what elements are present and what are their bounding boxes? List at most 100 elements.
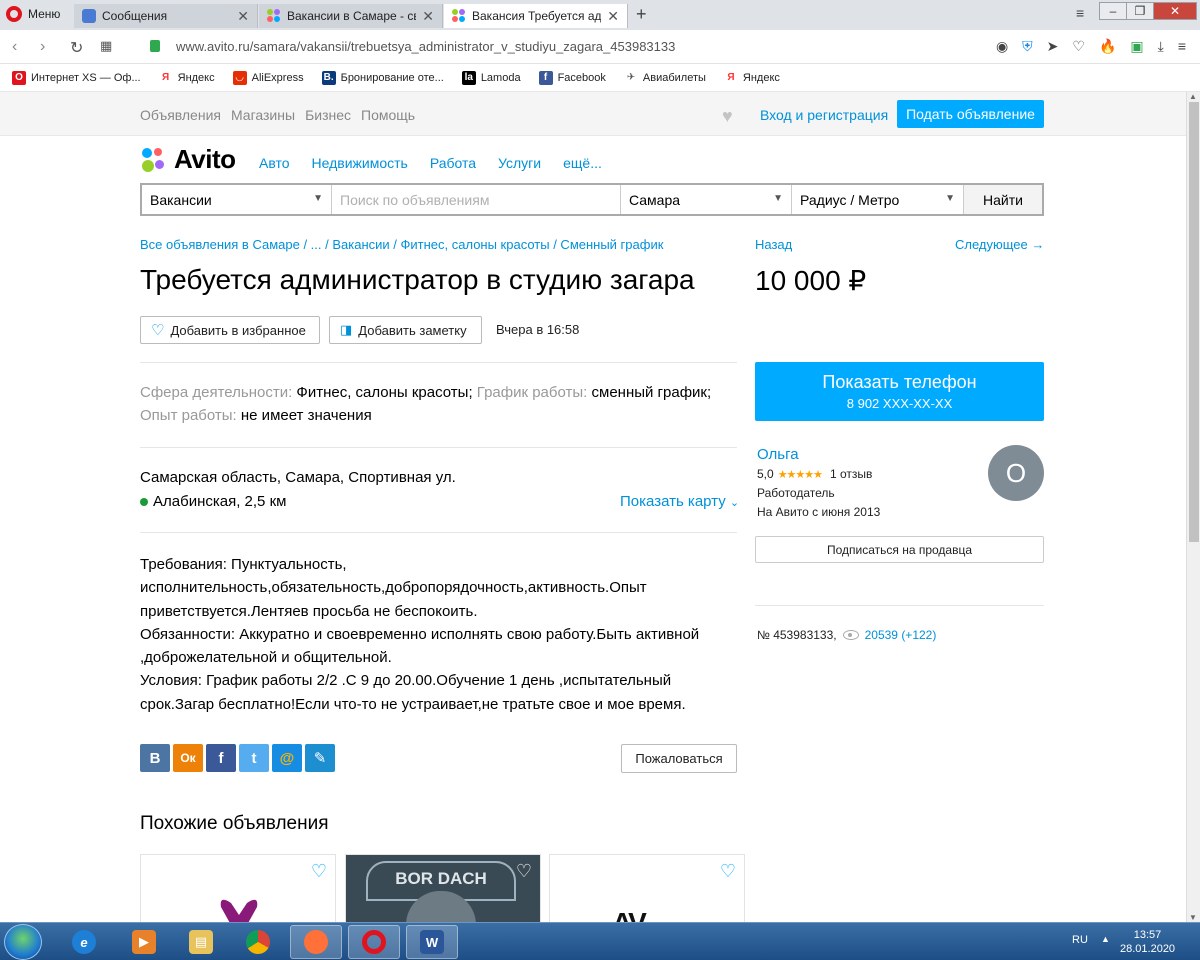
login-link[interactable]: Вход и регистрация bbox=[760, 107, 888, 123]
start-button[interactable] bbox=[4, 924, 42, 960]
divider bbox=[140, 532, 737, 533]
next-link[interactable]: Следующее → bbox=[955, 237, 1044, 252]
easy-setup-icon[interactable]: ≡ bbox=[1178, 38, 1186, 55]
show-phone-button[interactable]: Показать телефон 8 902 XXX-XX-XX bbox=[755, 362, 1044, 421]
twitter-icon[interactable]: t bbox=[239, 744, 269, 772]
nav-link-business[interactable]: Бизнес bbox=[305, 107, 351, 123]
new-tab-button[interactable]: + bbox=[636, 4, 647, 25]
page-scrollbar[interactable]: ▲ ▼ bbox=[1186, 92, 1200, 922]
city-select[interactable]: Самара ▼ bbox=[621, 185, 792, 214]
nav-link-ads[interactable]: Объявления bbox=[140, 107, 221, 123]
bookmark-item[interactable]: B. Бронирование оте... bbox=[321, 70, 444, 85]
nav-link-help[interactable]: Помощь bbox=[361, 107, 415, 123]
taskbar-app[interactable]: W bbox=[406, 925, 458, 959]
forward-icon[interactable]: › bbox=[40, 38, 45, 56]
tab-title: Вакансия Требуется адми bbox=[472, 9, 602, 23]
category-select[interactable]: Вакансии ▼ bbox=[142, 185, 332, 214]
tab-vacancies[interactable]: Вакансии в Самаре - свеж ✕ bbox=[259, 4, 443, 28]
avito-logo[interactable]: Avito bbox=[140, 144, 236, 175]
facebook-icon[interactable]: f bbox=[206, 744, 236, 772]
reviews-link[interactable]: 1 отзыв bbox=[830, 467, 872, 481]
bookmark-item[interactable]: ◡ AliExpress bbox=[232, 70, 304, 85]
taskbar-app[interactable]: e bbox=[58, 925, 110, 959]
seller-name-link[interactable]: Ольга bbox=[757, 446, 799, 463]
extension-icon[interactable]: ▣ bbox=[1130, 38, 1143, 55]
category-services[interactable]: Услуги bbox=[498, 155, 541, 171]
speed-dial-icon[interactable]: ▦ bbox=[100, 38, 112, 54]
favorite-heart-icon[interactable]: ♡ bbox=[311, 861, 327, 882]
reload-icon[interactable]: ↻ bbox=[70, 38, 83, 58]
similar-ad-card[interactable]: AV ♡ bbox=[549, 854, 745, 922]
favorite-heart-icon[interactable]: ♡ bbox=[516, 861, 532, 882]
close-icon[interactable]: ✕ bbox=[607, 8, 619, 25]
show-map-link[interactable]: Показать карту ⌄ bbox=[620, 493, 739, 510]
similar-ad-card[interactable]: BOR DACH ♡ bbox=[345, 854, 541, 922]
bookmark-label: Яндекс bbox=[742, 71, 780, 84]
url-field[interactable]: www.avito.ru/samara/vakansii/trebuetsya_… bbox=[176, 39, 675, 54]
avatar[interactable]: О bbox=[988, 445, 1044, 501]
avito-logo-icon bbox=[140, 146, 168, 174]
category-jobs[interactable]: Работа bbox=[430, 155, 476, 171]
tab-current-vacancy[interactable]: Вакансия Требуется адми ✕ bbox=[444, 4, 628, 28]
back-icon[interactable]: ‹ bbox=[12, 38, 17, 56]
system-clock[interactable]: 13:57 28.01.2020 bbox=[1120, 928, 1175, 956]
bookmark-item[interactable]: Я Яндекс bbox=[724, 71, 780, 85]
tray-expand-icon[interactable]: ▲ bbox=[1101, 934, 1110, 944]
language-indicator[interactable]: RU bbox=[1072, 934, 1088, 946]
add-favorite-button[interactable]: ♡ Добавить в избранное bbox=[140, 316, 320, 344]
firefox-icon bbox=[304, 930, 328, 954]
lock-icon[interactable] bbox=[150, 40, 160, 52]
send-icon[interactable]: ➤ bbox=[1047, 38, 1059, 55]
favorites-heart-icon[interactable]: ♥ bbox=[722, 106, 733, 127]
bookmark-item[interactable]: la Lamoda bbox=[461, 70, 521, 85]
livejournal-icon[interactable]: ✎ bbox=[305, 744, 335, 772]
category-more[interactable]: ещё... bbox=[563, 155, 602, 171]
vk-icon[interactable]: В bbox=[140, 744, 170, 772]
minimize-icon[interactable]: – bbox=[1099, 2, 1127, 20]
bookmark-item[interactable]: O Интернет XS — Оф... bbox=[12, 70, 141, 85]
download-icon[interactable]: ⤓ bbox=[1158, 38, 1164, 55]
extension-fire-icon[interactable]: 🔥 bbox=[1099, 38, 1116, 55]
radius-select[interactable]: Радиус / Метро ▼ bbox=[792, 185, 964, 214]
vpn-shield-icon[interactable]: ⛨ bbox=[1022, 38, 1033, 55]
taskbar-app[interactable]: ▤ bbox=[175, 925, 227, 959]
category-auto[interactable]: Авто bbox=[259, 155, 290, 171]
subscribe-seller-button[interactable]: Подписаться на продавца bbox=[755, 536, 1044, 563]
tab-messages[interactable]: Сообщения ✕ bbox=[74, 4, 258, 28]
favorite-heart-icon[interactable]: ♡ bbox=[720, 861, 736, 882]
file-explorer-icon: ▤ bbox=[189, 930, 213, 954]
bookmark-item[interactable]: f Facebook bbox=[538, 70, 606, 85]
window-close-icon[interactable]: ✕ bbox=[1153, 2, 1197, 20]
taskbar-app[interactable] bbox=[232, 925, 284, 959]
taskbar-app[interactable]: ▶ bbox=[118, 925, 170, 959]
search-button[interactable]: Найти bbox=[964, 185, 1042, 214]
scroll-down-icon[interactable]: ▼ bbox=[1189, 913, 1197, 922]
views-count[interactable]: 20539 (+122) bbox=[865, 628, 937, 642]
taskbar-app[interactable] bbox=[290, 925, 342, 959]
similar-ad-card[interactable]: ♡ bbox=[140, 854, 336, 922]
add-note-button[interactable]: ◨ Добавить заметку bbox=[329, 316, 482, 344]
mailru-icon[interactable]: @ bbox=[272, 744, 302, 772]
category-realty[interactable]: Недвижимость bbox=[312, 155, 408, 171]
bookmark-item[interactable]: ✈ Авиабилеты bbox=[624, 71, 706, 85]
close-icon[interactable]: ✕ bbox=[237, 8, 249, 25]
report-button[interactable]: Пожаловаться bbox=[621, 744, 737, 773]
search-input[interactable]: Поиск по объявлениям bbox=[332, 185, 621, 214]
maximize-icon[interactable]: ❐ bbox=[1126, 2, 1154, 20]
nav-link-shops[interactable]: Магазины bbox=[231, 107, 295, 123]
scroll-thumb[interactable] bbox=[1189, 102, 1199, 542]
breadcrumb[interactable]: Все объявления в Самаре / ... / Вакансии… bbox=[140, 237, 663, 252]
heart-bookmark-icon[interactable]: ♡ bbox=[1072, 38, 1085, 55]
page-title: Требуется администратор в студию загара bbox=[140, 264, 695, 295]
camera-icon[interactable]: ◉ bbox=[996, 38, 1008, 55]
opera-menu-button[interactable]: Меню bbox=[6, 6, 60, 22]
scroll-up-icon[interactable]: ▲ bbox=[1189, 92, 1197, 101]
tab-menu-icon[interactable]: ≡ bbox=[1076, 5, 1084, 21]
post-ad-button[interactable]: Подать объявление bbox=[897, 100, 1044, 128]
close-icon[interactable]: ✕ bbox=[422, 8, 434, 25]
bookmark-item[interactable]: Я Яндекс bbox=[159, 71, 215, 85]
odnoklassniki-icon[interactable]: Ок bbox=[173, 744, 203, 772]
media-player-icon: ▶ bbox=[132, 930, 156, 954]
taskbar-app[interactable] bbox=[348, 925, 400, 959]
back-link[interactable]: Назад bbox=[755, 237, 792, 252]
